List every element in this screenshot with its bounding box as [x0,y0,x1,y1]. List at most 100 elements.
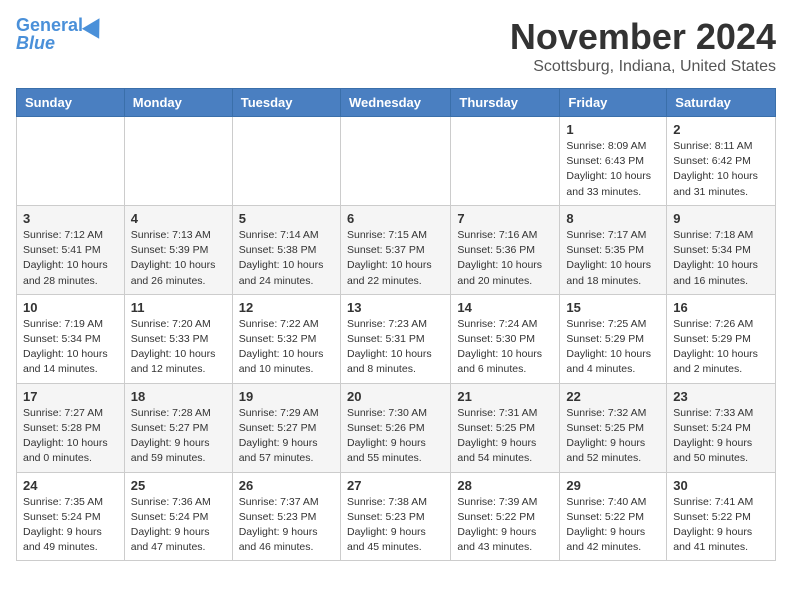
day-info: Sunrise: 7:20 AMSunset: 5:33 PMDaylight:… [131,317,226,378]
day-info: Sunrise: 7:30 AMSunset: 5:26 PMDaylight:… [347,406,444,467]
day-number: 27 [347,478,444,493]
calendar-day-cell: 16 Sunrise: 7:26 AMSunset: 5:29 PMDayligh… [667,294,776,383]
calendar-day-cell: 11 Sunrise: 7:20 AMSunset: 5:33 PMDayligh… [124,294,232,383]
weekday-header: Wednesday [340,89,450,117]
day-info: Sunrise: 7:14 AMSunset: 5:38 PMDaylight:… [239,228,334,289]
calendar-day-cell: 10 Sunrise: 7:19 AMSunset: 5:34 PMDayligh… [17,294,125,383]
calendar-day-cell [451,117,560,206]
day-info: Sunrise: 8:11 AMSunset: 6:42 PMDaylight:… [673,139,769,200]
day-info: Sunrise: 7:15 AMSunset: 5:37 PMDaylight:… [347,228,444,289]
day-info: Sunrise: 7:12 AMSunset: 5:41 PMDaylight:… [23,228,118,289]
day-info: Sunrise: 7:33 AMSunset: 5:24 PMDaylight:… [673,406,769,467]
day-number: 18 [131,389,226,404]
calendar-day-cell: 29 Sunrise: 7:40 AMSunset: 5:22 PMDayligh… [560,472,667,561]
calendar-day-cell: 22 Sunrise: 7:32 AMSunset: 5:25 PMDayligh… [560,383,667,472]
calendar-day-cell: 7Sunrise: 7:16 AMSunset: 5:36 PMDaylight… [451,205,560,294]
calendar-day-cell: 3 Sunrise: 7:12 AMSunset: 5:41 PMDaylight… [17,205,125,294]
day-info: Sunrise: 7:26 AMSunset: 5:29 PMDaylight:… [673,317,769,378]
day-number: 23 [673,389,769,404]
calendar-week-row: 3 Sunrise: 7:12 AMSunset: 5:41 PMDaylight… [17,205,776,294]
calendar-week-row: 17 Sunrise: 7:27 AMSunset: 5:28 PMDayligh… [17,383,776,472]
day-number: 16 [673,300,769,315]
day-info: Sunrise: 7:19 AMSunset: 5:34 PMDaylight:… [23,317,118,378]
calendar-day-cell: 15Sunrise: 7:25 AMSunset: 5:29 PMDayligh… [560,294,667,383]
calendar-day-cell: 28 Sunrise: 7:39 AMSunset: 5:22 PMDayligh… [451,472,560,561]
day-info: Sunrise: 7:31 AMSunset: 5:25 PMDaylight:… [457,406,553,467]
calendar-day-cell [17,117,125,206]
day-info: Sunrise: 7:39 AMSunset: 5:22 PMDaylight:… [457,495,553,556]
day-info: Sunrise: 7:24 AMSunset: 5:30 PMDaylight:… [457,317,553,378]
day-number: 3 [23,211,118,226]
day-number: 10 [23,300,118,315]
day-number: 20 [347,389,444,404]
day-number: 24 [23,478,118,493]
calendar-day-cell: 12Sunrise: 7:22 AMSunset: 5:32 PMDayligh… [232,294,340,383]
day-number: 26 [239,478,334,493]
day-info: Sunrise: 7:38 AMSunset: 5:23 PMDaylight:… [347,495,444,556]
day-number: 6 [347,211,444,226]
calendar-day-cell [232,117,340,206]
day-number: 19 [239,389,334,404]
weekday-header: Friday [560,89,667,117]
calendar-day-cell [340,117,450,206]
day-number: 17 [23,389,118,404]
day-info: Sunrise: 7:35 AMSunset: 5:24 PMDaylight:… [23,495,118,556]
day-info: Sunrise: 7:13 AMSunset: 5:39 PMDaylight:… [131,228,226,289]
day-number: 14 [457,300,553,315]
page-header: General Blue November 2024 Scottsburg, I… [16,16,776,76]
logo-triangle-icon [82,13,108,39]
calendar-day-cell: 18 Sunrise: 7:28 AMSunset: 5:27 PMDayligh… [124,383,232,472]
calendar-day-cell: 19 Sunrise: 7:29 AMSunset: 5:27 PMDayligh… [232,383,340,472]
calendar-title: November 2024 [510,16,776,58]
calendar-subtitle: Scottsburg, Indiana, United States [510,58,776,76]
day-info: Sunrise: 7:27 AMSunset: 5:28 PMDaylight:… [23,406,118,467]
weekday-header: Monday [124,89,232,117]
calendar-day-cell: 13 Sunrise: 7:23 AMSunset: 5:31 PMDayligh… [340,294,450,383]
day-number: 11 [131,300,226,315]
calendar-day-cell: 4Sunrise: 7:13 AMSunset: 5:39 PMDaylight… [124,205,232,294]
calendar-day-cell: 20 Sunrise: 7:30 AMSunset: 5:26 PMDayligh… [340,383,450,472]
calendar-day-cell: 21 Sunrise: 7:31 AMSunset: 5:25 PMDayligh… [451,383,560,472]
day-number: 13 [347,300,444,315]
calendar-day-cell: 1Sunrise: 8:09 AMSunset: 6:43 PMDaylight… [560,117,667,206]
day-info: Sunrise: 7:17 AMSunset: 5:35 PMDaylight:… [566,228,660,289]
calendar-day-cell: 5Sunrise: 7:14 AMSunset: 5:38 PMDaylight… [232,205,340,294]
logo-blue: Blue [16,34,55,54]
calendar-table: SundayMondayTuesdayWednesdayThursdayFrid… [16,88,776,561]
day-number: 7 [457,211,553,226]
day-number: 2 [673,122,769,137]
day-number: 30 [673,478,769,493]
calendar-day-cell: 17 Sunrise: 7:27 AMSunset: 5:28 PMDayligh… [17,383,125,472]
title-block: November 2024 Scottsburg, Indiana, Unite… [510,16,776,76]
weekday-header: Sunday [17,89,125,117]
calendar-week-row: 1Sunrise: 8:09 AMSunset: 6:43 PMDaylight… [17,117,776,206]
calendar-header-row: SundayMondayTuesdayWednesdayThursdayFrid… [17,89,776,117]
calendar-day-cell: 30 Sunrise: 7:41 AMSunset: 5:22 PMDayligh… [667,472,776,561]
day-number: 28 [457,478,553,493]
weekday-header: Saturday [667,89,776,117]
day-number: 15 [566,300,660,315]
calendar-day-cell: 8Sunrise: 7:17 AMSunset: 5:35 PMDaylight… [560,205,667,294]
day-info: Sunrise: 7:41 AMSunset: 5:22 PMDaylight:… [673,495,769,556]
calendar-week-row: 10 Sunrise: 7:19 AMSunset: 5:34 PMDayligh… [17,294,776,383]
day-info: Sunrise: 7:37 AMSunset: 5:23 PMDaylight:… [239,495,334,556]
calendar-day-cell: 9Sunrise: 7:18 AMSunset: 5:34 PMDaylight… [667,205,776,294]
day-number: 21 [457,389,553,404]
calendar-day-cell: 27 Sunrise: 7:38 AMSunset: 5:23 PMDayligh… [340,472,450,561]
logo: General Blue [16,16,105,54]
weekday-header: Thursday [451,89,560,117]
calendar-day-cell [124,117,232,206]
day-number: 22 [566,389,660,404]
day-info: Sunrise: 7:23 AMSunset: 5:31 PMDaylight:… [347,317,444,378]
day-info: Sunrise: 7:36 AMSunset: 5:24 PMDaylight:… [131,495,226,556]
day-number: 29 [566,478,660,493]
day-info: Sunrise: 7:29 AMSunset: 5:27 PMDaylight:… [239,406,334,467]
day-number: 12 [239,300,334,315]
day-info: Sunrise: 7:40 AMSunset: 5:22 PMDaylight:… [566,495,660,556]
day-info: Sunrise: 8:09 AMSunset: 6:43 PMDaylight:… [566,139,660,200]
calendar-week-row: 24 Sunrise: 7:35 AMSunset: 5:24 PMDayligh… [17,472,776,561]
day-info: Sunrise: 7:28 AMSunset: 5:27 PMDaylight:… [131,406,226,467]
weekday-header: Tuesday [232,89,340,117]
calendar-day-cell: 26 Sunrise: 7:37 AMSunset: 5:23 PMDayligh… [232,472,340,561]
day-info: Sunrise: 7:32 AMSunset: 5:25 PMDaylight:… [566,406,660,467]
